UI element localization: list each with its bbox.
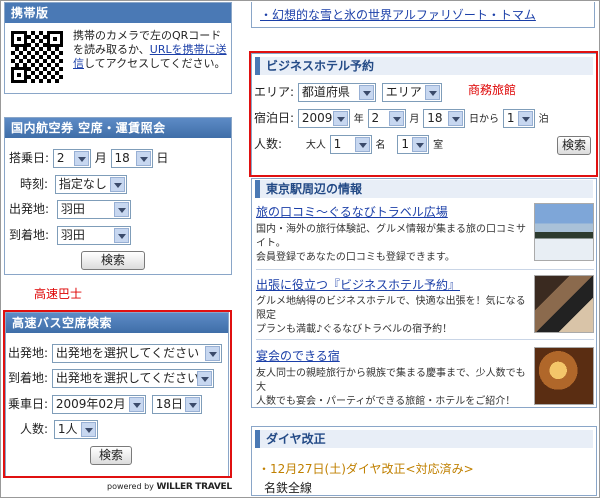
flight-month-select[interactable]: 2 [52, 149, 91, 168]
flight-time-label: 時刻: [20, 177, 49, 191]
banquet-photo-icon[interactable] [534, 347, 594, 405]
chevron-down-icon [113, 202, 129, 217]
flight-to-label: 到着地: [9, 228, 50, 242]
mobile-description: 携帯のカメラで左のQRコード を読み取るか、URLを携帯に送信してアクセスしてく… [73, 29, 227, 70]
flight-from-label: 出発地: [9, 202, 50, 216]
chevron-down-icon [113, 228, 129, 243]
flight-date-label: 搭乗日: [9, 151, 50, 165]
tokyo-item-desc: 友人同士の親睦旅行から親族で集まる慶事まで、少人数でも大 人数でも宴会・パーティが… [256, 368, 526, 407]
flight-day-select[interactable]: 18 [110, 149, 153, 168]
flight-title: 国内航空券 空席・運賃照会 [5, 118, 231, 138]
divider [256, 339, 594, 340]
qr-code-icon [9, 29, 65, 85]
diamond-line: 名鉄全線 [264, 481, 313, 495]
tokyo-item-desc: 国内・海外の旅行体験記、グルメ情報が集まる旅の口コミサイト。 会員登録であなたの口… [256, 224, 526, 263]
bus-annotation: 高速巴士 [34, 287, 83, 301]
tokyo-item-title[interactable]: 旅の口コミ～ぐるなびトラベル広場 [256, 203, 448, 220]
mobile-panel: 携帯版 携帯のカメラで左のQRコード を読み取るか、URLを携帯に送信してアクセ… [4, 2, 232, 94]
mobile-title: 携帯版 [5, 3, 231, 23]
tokyo-title: 東京駅周辺の情報 [255, 180, 593, 198]
powered-by: powered by WILLER TRAVEL [107, 482, 232, 492]
top-news-box: ・幻想的な雪と氷の世界アルファリゾート・トマム [251, 2, 595, 28]
tokyo-panel: 東京駅周辺の情報 旅の口コミ～ぐるなびトラベル広場 国内・海外の旅行体験記、グル… [251, 178, 597, 408]
diamond-panel: ダイヤ改正 ・12月27日(土)ダイヤ改正<対応済み> 名鉄全線 [251, 426, 597, 496]
tomamu-link[interactable]: ・幻想的な雪と氷の世界アルファリゾート・トマム [260, 6, 536, 23]
willer-travel-logo: WILLER TRAVEL [156, 482, 232, 492]
bus-highlight-box [3, 310, 232, 478]
tokyo-item-title[interactable]: 出張に役立つ『ビジネスホテル予約』 [256, 276, 460, 293]
flight-panel: 国内航空券 空席・運賃照会 搭乗日: 2 月 18 日 時刻: 指定なし 出発地… [4, 117, 232, 275]
flight-time-select[interactable]: 指定なし [54, 175, 127, 194]
tokyo-item-desc: グルメ地納得のビジネスホテルで、快適な出張を！気になる限定 プランも満載♪ぐるなび… [256, 296, 526, 335]
diamond-title: ダイヤ改正 [255, 430, 593, 448]
chevron-down-icon [73, 151, 89, 166]
flight-to-select[interactable]: 羽田 [56, 226, 131, 245]
divider [256, 269, 594, 270]
tokyo-item-title[interactable]: 宴会のできる宿 [256, 347, 340, 364]
diamond-news[interactable]: ・12月27日(土)ダイヤ改正<対応済み> [258, 460, 474, 477]
laptop-photo-icon[interactable] [534, 275, 594, 333]
chevron-down-icon [135, 151, 151, 166]
flight-from-select[interactable]: 羽田 [56, 200, 131, 219]
hotel-highlight-box [249, 51, 598, 177]
flight-search-button[interactable]: 検索 [81, 251, 145, 270]
chevron-down-icon [109, 177, 125, 192]
ski-slope-photo-icon[interactable] [534, 203, 594, 261]
